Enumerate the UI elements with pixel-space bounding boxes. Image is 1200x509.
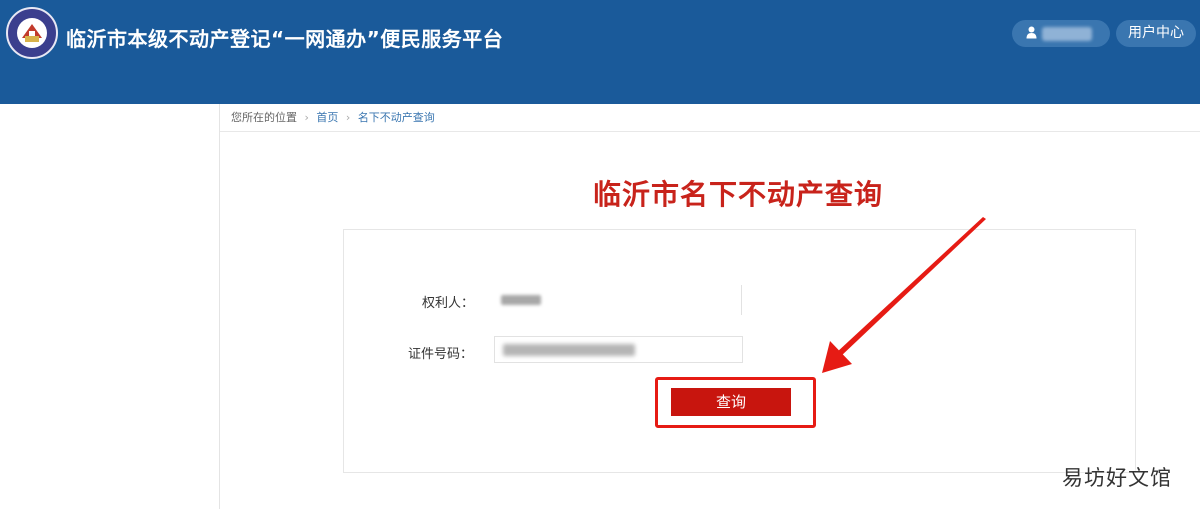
watermark: 易坊好文馆 bbox=[1062, 466, 1172, 490]
arrow-icon bbox=[822, 217, 986, 373]
